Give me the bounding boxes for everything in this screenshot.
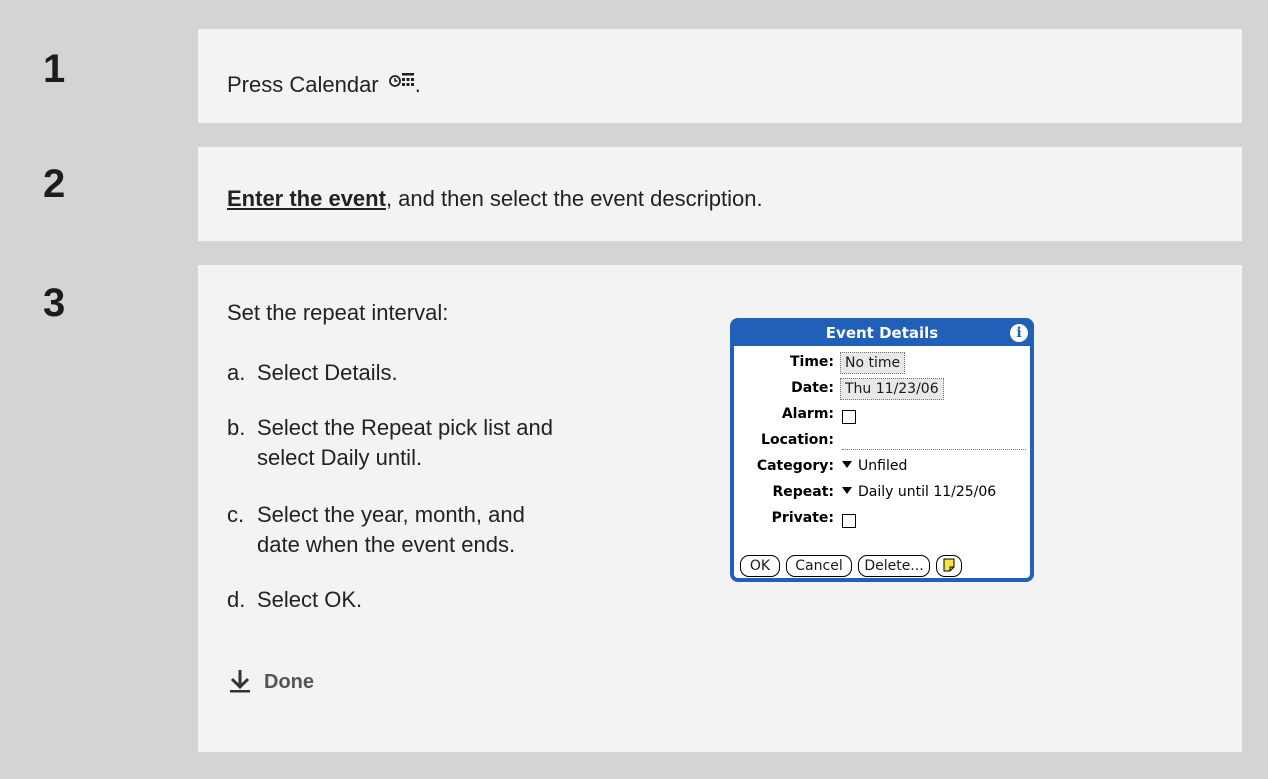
- time-field[interactable]: No time: [840, 352, 906, 374]
- step-1: 1 Press Calendar .: [30, 29, 1242, 123]
- step-instruction: Enter the event, and then select the eve…: [227, 186, 763, 212]
- instruction-text: , and then select the event description.: [385, 186, 763, 211]
- substep-b: b. Select the Repeat pick list and select…: [227, 415, 553, 470]
- step-2: 2 Enter the event, and then select the e…: [30, 147, 1242, 241]
- private-label: Private:: [771, 510, 834, 526]
- step-number-panel: 1: [30, 29, 198, 123]
- private-row: Private:: [734, 510, 834, 530]
- delete-button[interactable]: Delete...: [858, 555, 930, 577]
- category-label: Category:: [756, 458, 834, 474]
- calendar-icon: [388, 73, 414, 87]
- substep-a: a. Select Details.: [227, 360, 398, 385]
- step-number-panel: 3: [30, 265, 198, 752]
- time-row: Time:: [734, 354, 834, 374]
- alarm-row: Alarm:: [734, 406, 834, 426]
- repeat-picker[interactable]: Daily until 11/25/06: [842, 484, 996, 500]
- location-row: Location:: [734, 432, 834, 452]
- private-checkbox[interactable]: [842, 514, 856, 528]
- info-icon[interactable]: i: [1010, 324, 1028, 342]
- done-label: Done: [264, 671, 314, 693]
- location-field[interactable]: [842, 449, 1026, 450]
- date-row: Date:: [734, 380, 834, 400]
- instruction-period: .: [414, 72, 421, 97]
- note-button[interactable]: [936, 555, 962, 577]
- substep-d: d. Select OK.: [227, 587, 363, 612]
- date-field[interactable]: Thu 11/23/06: [840, 378, 944, 400]
- step-intro: Set the repeat interval:: [227, 300, 449, 325]
- repeat-row: Repeat:: [734, 484, 834, 504]
- step-number: 2: [43, 162, 66, 206]
- note-icon: [943, 558, 955, 572]
- instruction-text: Press Calendar: [227, 72, 379, 97]
- step-body: Set the repeat interval: a. Select Detail…: [198, 265, 1242, 752]
- step-instruction: Press Calendar .: [227, 72, 421, 98]
- done-marker: Done: [228, 668, 314, 694]
- date-label: Date:: [791, 380, 834, 396]
- repeat-label: Repeat:: [772, 484, 834, 500]
- dropdown-arrow-icon: [842, 461, 852, 468]
- dialog-title: Event Details: [825, 324, 939, 342]
- event-details-dialog: Event Details i Time: No time Date: Thu …: [730, 318, 1034, 582]
- category-picker[interactable]: Unfiled: [842, 458, 907, 474]
- step-body: Press Calendar .: [198, 29, 1242, 123]
- cancel-button[interactable]: Cancel: [786, 555, 852, 577]
- step-number: 3: [43, 281, 66, 325]
- category-value: Unfiled: [858, 458, 908, 474]
- step-number-panel: 2: [30, 147, 198, 241]
- step-3: 3 Set the repeat interval: a. Select Deta…: [30, 265, 1242, 752]
- step-number: 1: [43, 47, 66, 91]
- substep-c: c. Select the year, month, and date when …: [227, 502, 525, 557]
- alarm-label: Alarm:: [781, 406, 834, 422]
- time-label: Time:: [789, 354, 834, 370]
- repeat-value: Daily until 11/25/06: [858, 484, 997, 500]
- alarm-checkbox[interactable]: [842, 410, 856, 424]
- step-body: Enter the event, and then select the eve…: [198, 147, 1242, 241]
- location-label: Location:: [761, 432, 834, 448]
- dialog-title-bar: Event Details i: [734, 322, 1030, 346]
- category-row: Category:: [734, 458, 834, 478]
- dropdown-arrow-icon: [842, 487, 852, 494]
- ok-button[interactable]: OK: [740, 555, 780, 577]
- enter-event-link[interactable]: Enter the event: [227, 186, 386, 211]
- down-arrow-icon: [230, 670, 250, 693]
